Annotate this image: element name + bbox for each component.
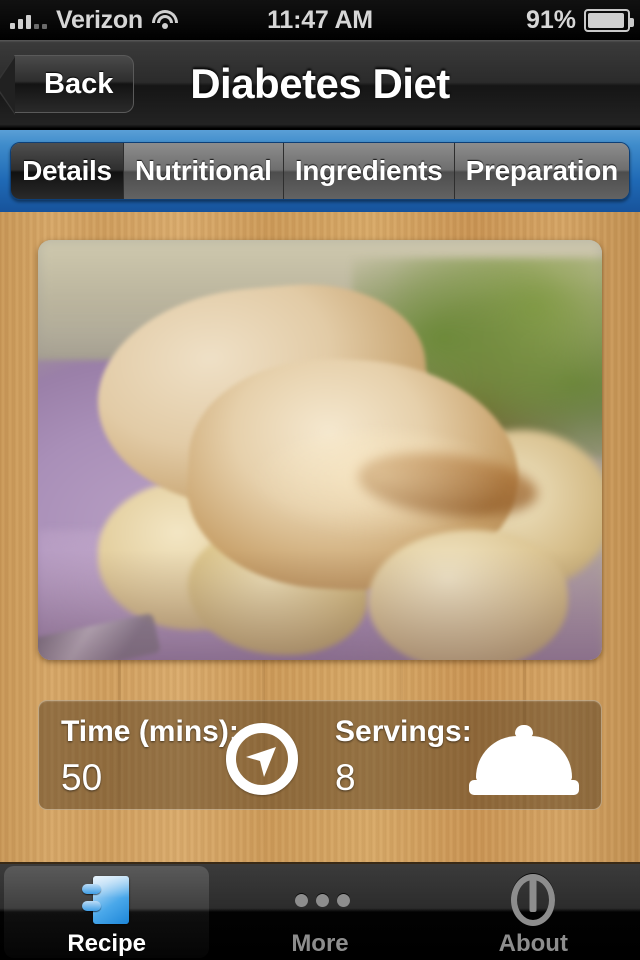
tab-details[interactable]: Details: [11, 143, 123, 199]
time-label: Time (mins):: [61, 715, 239, 748]
tab-bar-label-more: More: [291, 930, 349, 957]
status-bar: Verizon 11:47 AM 91%: [0, 0, 640, 40]
compass-clock-icon: [226, 723, 298, 795]
app-screen: Verizon 11:47 AM 91% Back Diabetes Diet …: [0, 0, 640, 960]
tab-bar-item-about[interactable]: About: [427, 864, 640, 960]
battery-icon: [584, 8, 634, 32]
info-circle-icon: [505, 872, 561, 928]
tab-bar-item-recipe[interactable]: Recipe: [0, 864, 213, 960]
battery-percent-label: 91%: [525, 5, 576, 34]
back-button-label: Back: [44, 67, 114, 100]
segmented-control[interactable]: Details Nutritional Ingredients Preparat…: [10, 142, 630, 200]
content-area: Time (mins): 50 Servings: 8: [0, 212, 640, 862]
recipe-photo: [38, 240, 602, 660]
servings-value: 8: [335, 757, 356, 798]
bottom-tab-bar: Recipe More About: [0, 862, 640, 960]
recipe-info-panel: Time (mins): 50 Servings: 8: [38, 700, 602, 810]
tab-bar-label-recipe: Recipe: [67, 930, 147, 957]
notebook-icon: [79, 872, 135, 928]
tab-preparation[interactable]: Preparation: [453, 143, 629, 199]
tab-bar-item-more[interactable]: More: [213, 864, 426, 960]
status-bar-right: 91%: [525, 5, 634, 35]
back-button[interactable]: Back: [0, 55, 135, 115]
tab-ingredients[interactable]: Ingredients: [282, 143, 454, 199]
tab-nutritional[interactable]: Nutritional: [122, 143, 283, 199]
ellipsis-icon: [292, 872, 350, 928]
servings-label: Servings:: [335, 715, 472, 748]
cloche-icon: [469, 725, 579, 795]
tab-bar-label-about: About: [498, 930, 568, 957]
navigation-bar: Back Diabetes Diet: [0, 40, 640, 130]
segment-bar: Details Nutritional Ingredients Preparat…: [0, 130, 640, 212]
time-value: 50: [61, 757, 103, 798]
